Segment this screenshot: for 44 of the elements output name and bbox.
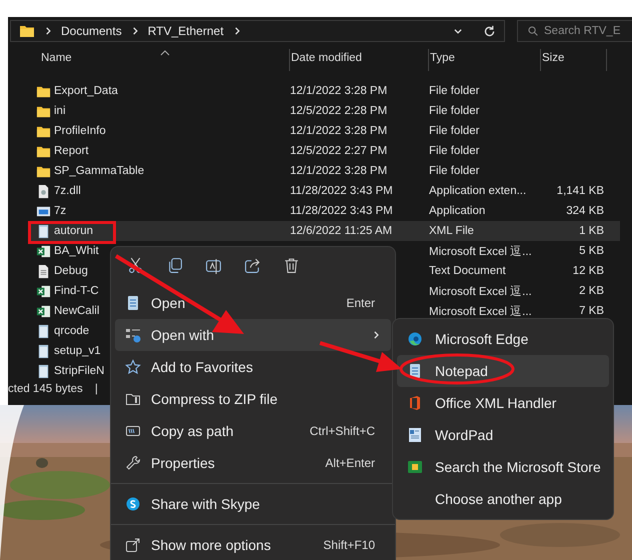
file-name: autorun (54, 225, 94, 237)
file-name: Debug (54, 265, 88, 277)
type-cell: Application (429, 205, 486, 217)
type-cell: File folder (429, 125, 480, 137)
size-cell: 1 KB (579, 225, 604, 237)
type-cell: File folder (429, 145, 480, 157)
file-name: setup_v1 (54, 345, 101, 357)
type-cell: File folder (429, 85, 480, 97)
file-name: qrcode (54, 325, 90, 337)
size-cell: 1,141 KB (556, 185, 604, 197)
type-cell: Text Document (429, 265, 506, 277)
size-cell: 7 KB (579, 305, 604, 317)
type-cell-text: Microsoft Excel 逗... (429, 244, 532, 258)
type-cell: Application exten... (429, 185, 526, 197)
type-cell: File folder (429, 165, 480, 177)
status-separator: | (94, 383, 98, 395)
date-cell: 12/1/2022 3:28 PM (290, 85, 388, 97)
type-cell: XML File (429, 225, 474, 237)
status-text: cted 145 bytes (8, 383, 83, 395)
size-cell: 2 KB (579, 285, 604, 297)
type-cell-text: Microsoft Excel 逗... (429, 284, 532, 298)
file-name: SP_GammaTable (54, 165, 144, 177)
date-cell: 12/1/2022 3:28 PM (290, 125, 388, 137)
size-cell: 12 KB (572, 265, 604, 277)
file-name: Export_Data (54, 85, 118, 97)
type-cell: File folder (429, 105, 480, 117)
file-name: NewCalil (54, 305, 100, 317)
size-cell: 5 KB (579, 245, 604, 257)
file-name: ini (54, 105, 66, 117)
file-name: BA_Whit (54, 245, 99, 257)
date-cell: 12/1/2022 3:28 PM (290, 165, 388, 177)
date-cell: 12/6/2022 11:25 AM (290, 225, 392, 237)
file-name: 7z (54, 205, 66, 217)
date-cell: 11/28/2022 3:43 PM (290, 205, 393, 217)
file-name: 7z.dll (54, 185, 81, 197)
date-cell: 11/28/2022 3:43 PM (290, 185, 393, 197)
date-cell: 12/5/2022 2:28 PM (290, 105, 388, 117)
size-cell: 324 KB (566, 205, 604, 217)
type-cell-text: Microsoft Excel 逗... (429, 304, 532, 318)
file-name: Report (54, 145, 89, 157)
date-cell: 12/5/2022 2:27 PM (290, 145, 388, 157)
file-name: Find-T-C (54, 285, 99, 297)
file-name: ProfileInfo (54, 125, 106, 137)
file-name: StripFileN (54, 365, 104, 377)
